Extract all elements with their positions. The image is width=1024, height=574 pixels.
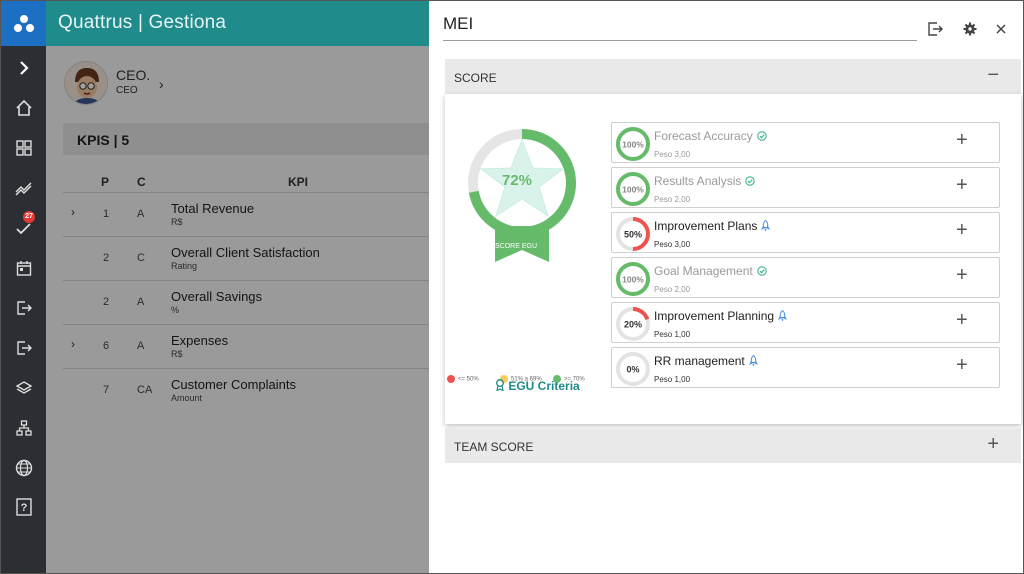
expand-icon[interactable]: + bbox=[987, 433, 999, 456]
layers-icon[interactable] bbox=[1, 373, 46, 403]
logout-icon[interactable] bbox=[1, 293, 46, 323]
kpi-weight: Peso 3,00 bbox=[654, 240, 691, 249]
kpi-card[interactable]: 100% Forecast Accuracy Peso 3,00 + bbox=[611, 122, 1000, 163]
legend-item: <= 50% bbox=[447, 375, 479, 383]
kpi-percent: 0% bbox=[626, 365, 639, 375]
kpi-card[interactable]: 50% Improvement Plans Peso 3,00 + bbox=[611, 212, 1000, 253]
kpi-name: RR management bbox=[654, 354, 758, 369]
close-icon[interactable] bbox=[990, 18, 1012, 40]
hierarchy-icon[interactable] bbox=[1, 413, 46, 443]
rocket-icon bbox=[748, 354, 758, 369]
score-section-label: SCORE bbox=[454, 71, 497, 85]
kpi-name-text: Improvement Plans bbox=[654, 219, 758, 233]
expand-icon[interactable] bbox=[1, 53, 46, 83]
logo-icon[interactable] bbox=[1, 1, 46, 46]
kpi-weight: Peso 2,00 bbox=[654, 285, 691, 294]
detail-panel: MEI SCORE − 72% SCORE EGU <= 50% 51% a 6… bbox=[429, 1, 1023, 573]
kpi-name: Forecast Accuracy bbox=[654, 129, 767, 144]
export-icon[interactable] bbox=[924, 18, 946, 40]
kpi-percent: 20% bbox=[624, 320, 642, 330]
expand-kpi-icon[interactable]: + bbox=[956, 264, 968, 287]
expand-kpi-icon[interactable]: + bbox=[956, 219, 968, 242]
kpi-card[interactable]: 100% Goal Management Peso 2,00 + bbox=[611, 257, 1000, 298]
app-window: 27 ? Quattrus | Gestiona CEO. CEO › KPIS… bbox=[0, 0, 1024, 574]
rocket-icon bbox=[778, 309, 788, 324]
kpi-name-text: Forecast Accuracy bbox=[654, 129, 753, 143]
help-icon[interactable]: ? bbox=[1, 492, 46, 522]
score-value: 72% bbox=[502, 172, 533, 189]
kpi-weight: Peso 2,00 bbox=[654, 195, 691, 204]
legend-label: <= 50% bbox=[458, 376, 479, 383]
kpi-name: Improvement Planning bbox=[654, 309, 788, 324]
kpi-weight: Peso 1,00 bbox=[654, 330, 691, 339]
gear-icon[interactable] bbox=[959, 18, 981, 40]
panel-title[interactable]: MEI bbox=[443, 14, 917, 41]
app-title: Quattrus | Gestiona bbox=[58, 12, 227, 33]
progress-ring: 20% bbox=[616, 307, 650, 341]
kpi-weight: Peso 1,00 bbox=[654, 375, 691, 384]
check-circle-icon bbox=[745, 175, 756, 189]
expand-kpi-icon[interactable]: + bbox=[956, 174, 968, 197]
svg-text:?: ? bbox=[20, 502, 27, 514]
collapse-icon[interactable]: − bbox=[987, 64, 999, 87]
progress-ring: 100% bbox=[616, 172, 650, 206]
kpi-name-text: Goal Management bbox=[654, 264, 753, 278]
kpi-name-text: Results Analysis bbox=[654, 174, 742, 188]
kpi-name-text: Improvement Planning bbox=[654, 309, 775, 323]
check-circle-icon bbox=[756, 130, 767, 144]
kpi-name: Improvement Plans bbox=[654, 219, 771, 234]
modal-backdrop[interactable] bbox=[46, 46, 429, 573]
sidebar-rail: 27 ? bbox=[1, 1, 46, 573]
kpi-percent: 100% bbox=[622, 275, 644, 285]
globe-icon[interactable] bbox=[1, 453, 46, 483]
progress-ring: 100% bbox=[616, 127, 650, 161]
check-icon[interactable]: 27 bbox=[1, 211, 46, 243]
progress-ring: 50% bbox=[616, 217, 650, 251]
score-label: SCORE EGU bbox=[495, 243, 538, 250]
team-score-section-header[interactable]: TEAM SCORE + bbox=[445, 428, 1021, 463]
legend-red-dot bbox=[447, 375, 455, 383]
app-header: Quattrus | Gestiona bbox=[46, 1, 429, 46]
exit-icon[interactable] bbox=[1, 333, 46, 363]
rocket-icon bbox=[761, 219, 771, 234]
progress-ring: 100% bbox=[616, 262, 650, 296]
kpi-name: Goal Management bbox=[654, 264, 767, 279]
egu-criteria-label: EGU Criteria bbox=[508, 379, 580, 393]
trend-icon[interactable] bbox=[1, 173, 46, 203]
kpi-percent: 100% bbox=[622, 140, 644, 150]
score-section-header[interactable]: SCORE − bbox=[445, 59, 1021, 94]
expand-kpi-icon[interactable]: + bbox=[956, 129, 968, 152]
team-score-label: TEAM SCORE bbox=[454, 440, 534, 454]
award-icon bbox=[496, 379, 504, 392]
kpi-name-text: RR management bbox=[654, 354, 745, 368]
expand-kpi-icon[interactable]: + bbox=[956, 354, 968, 377]
home-icon[interactable] bbox=[1, 93, 46, 123]
kpi-weight: Peso 3,00 bbox=[654, 150, 691, 159]
calendar-icon[interactable] bbox=[1, 253, 46, 283]
egu-criteria-link[interactable]: EGU Criteria bbox=[495, 379, 580, 393]
kpi-percent: 50% bbox=[624, 230, 642, 240]
kpi-card[interactable]: 20% Improvement Planning Peso 1,00 + bbox=[611, 302, 1000, 343]
kpi-name: Results Analysis bbox=[654, 174, 756, 189]
expand-kpi-icon[interactable]: + bbox=[956, 309, 968, 332]
progress-ring: 0% bbox=[616, 352, 650, 386]
kpi-percent: 100% bbox=[622, 185, 644, 195]
dashboard-icon[interactable] bbox=[1, 133, 46, 163]
score-card: 72% SCORE EGU <= 50% 51% a 69% >= 70% EG… bbox=[445, 94, 1021, 424]
kpi-card[interactable]: 0% RR management Peso 1,00 + bbox=[611, 347, 1000, 388]
kpi-card[interactable]: 100% Results Analysis Peso 2,00 + bbox=[611, 167, 1000, 208]
notification-badge: 27 bbox=[23, 211, 35, 223]
check-circle-icon bbox=[756, 265, 767, 279]
